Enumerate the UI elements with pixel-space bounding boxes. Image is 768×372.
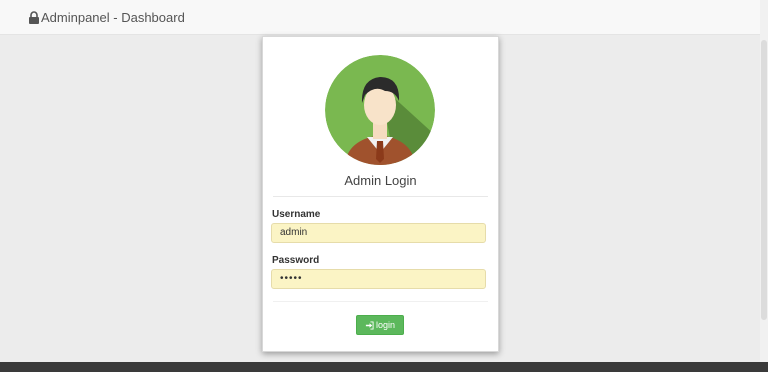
password-field[interactable]: ••••• xyxy=(271,269,486,289)
password-label: Password xyxy=(272,255,320,266)
divider xyxy=(273,196,488,197)
login-panel: Admin Login Username admin Password ••••… xyxy=(262,36,499,352)
login-button[interactable]: login xyxy=(356,315,404,335)
vertical-scrollbar[interactable] xyxy=(760,0,768,362)
navbar-brand[interactable]: Adminpanel - Dashboard xyxy=(28,10,185,25)
lock-icon xyxy=(29,10,39,24)
bottom-strip xyxy=(0,362,768,372)
username-field[interactable]: admin xyxy=(271,223,486,243)
login-button-label: login xyxy=(375,320,395,330)
divider xyxy=(273,301,488,302)
login-title: Admin Login xyxy=(344,173,417,188)
scrollbar-thumb[interactable] xyxy=(761,40,767,320)
username-label: Username xyxy=(272,209,321,220)
top-navbar: Adminpanel - Dashboard xyxy=(0,0,760,35)
user-avatar xyxy=(325,55,435,165)
brand-title: Adminpanel - Dashboard xyxy=(41,9,185,25)
sign-in-icon xyxy=(365,320,374,330)
